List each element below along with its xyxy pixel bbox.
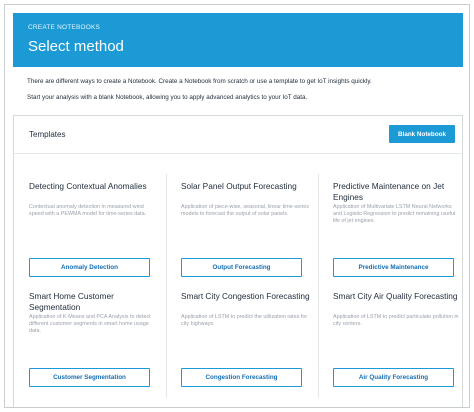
template-title: Predictive Maintenance on Jet Engines bbox=[333, 181, 445, 202]
template-description: Application of LSTM to predict the utili… bbox=[181, 314, 308, 327]
template-title: Smart City Congestion Forecasting bbox=[181, 291, 310, 301]
templates-heading: Templates bbox=[29, 130, 66, 139]
template-card-air-quality: Smart City Air Quality Forecasting Appli… bbox=[333, 291, 465, 387]
predictive-maintenance-button[interactable]: Predictive Maintenance bbox=[333, 258, 454, 277]
template-description: Application of piece-wise, seasonal, lin… bbox=[181, 204, 309, 217]
templates-panel: Templates Blank Notebook Detecting Conte… bbox=[13, 115, 463, 407]
template-description: Application of LSTM to predict particula… bbox=[333, 314, 459, 327]
output-forecasting-button[interactable]: Output Forecasting bbox=[181, 258, 302, 277]
anomaly-detection-button[interactable]: Anomaly Detection bbox=[29, 258, 150, 277]
page-title: Select method bbox=[28, 38, 124, 55]
customer-segmentation-button[interactable]: Customer Segmentation bbox=[29, 368, 150, 387]
templates-header: Templates Blank Notebook bbox=[14, 116, 462, 154]
template-card-smart-home: Smart Home Customer Segmentation Applica… bbox=[29, 291, 161, 387]
create-notebook-page: CREATE NOTEBOOKS Select method There are… bbox=[4, 4, 470, 408]
column-divider bbox=[318, 174, 319, 398]
template-card-congestion: Smart City Congestion Forecasting Applic… bbox=[181, 291, 313, 387]
template-title: Smart City Air Quality Forecasting bbox=[333, 291, 458, 301]
intro-text-2: Start your analysis with a blank Noteboo… bbox=[27, 94, 308, 101]
template-title: Smart Home Customer Segmentation bbox=[29, 291, 114, 312]
congestion-forecasting-button[interactable]: Congestion Forecasting bbox=[181, 368, 302, 387]
column-divider bbox=[166, 174, 167, 398]
template-title: Detecting Contextual Anomalies bbox=[29, 181, 147, 191]
templates-grid: Detecting Contextual Anomalies Contextua… bbox=[14, 166, 462, 406]
breadcrumb[interactable]: CREATE NOTEBOOKS bbox=[28, 24, 100, 31]
template-description: Application of Multivariate LSTM Neural … bbox=[333, 204, 456, 224]
blank-notebook-button[interactable]: Blank Notebook bbox=[389, 125, 455, 143]
template-description: Application of K-Means and PCA Analysis … bbox=[29, 314, 151, 334]
template-title: Solar Panel Output Forecasting bbox=[181, 181, 297, 191]
template-card-jet-engines: Predictive Maintenance on Jet Engines Ap… bbox=[333, 181, 465, 277]
page-header: CREATE NOTEBOOKS Select method bbox=[13, 13, 463, 67]
template-card-solar: Solar Panel Output Forecasting Applicati… bbox=[181, 181, 313, 277]
intro-text-1: There are different ways to create a Not… bbox=[27, 78, 372, 85]
template-card-anomaly: Detecting Contextual Anomalies Contextua… bbox=[29, 181, 161, 277]
air-quality-forecasting-button[interactable]: Air Quality Forecasting bbox=[333, 368, 454, 387]
template-description: Contextual anomaly detection in measured… bbox=[29, 204, 147, 217]
